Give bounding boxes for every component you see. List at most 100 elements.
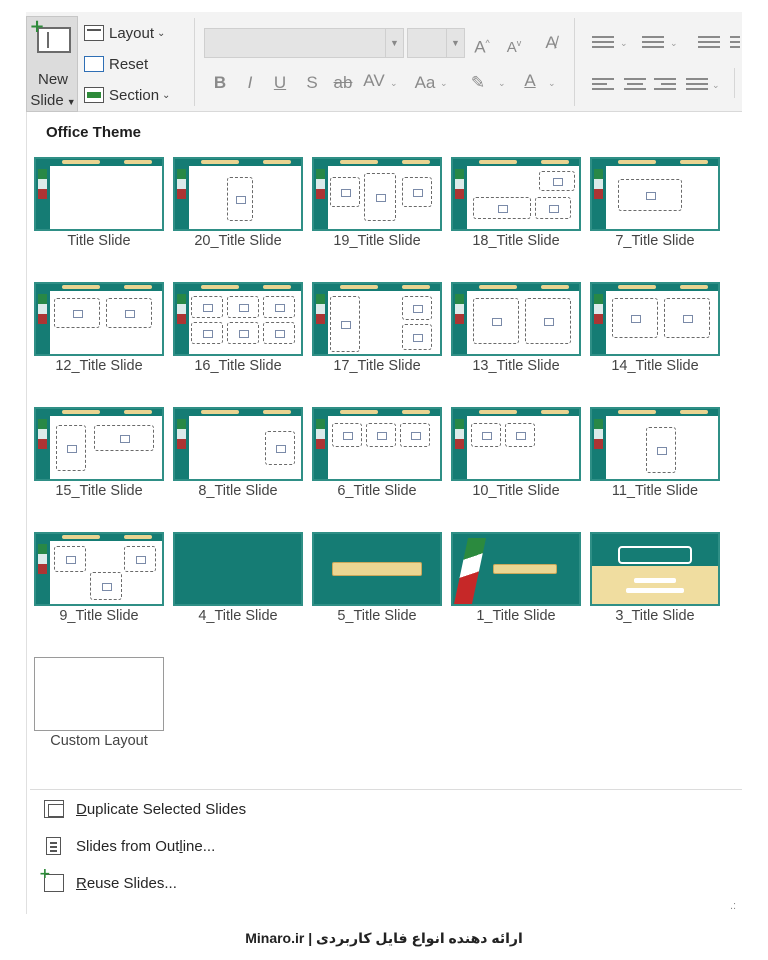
chevron-down-icon: ⌄ (162, 89, 171, 101)
layout-thumbnail[interactable]: 13_Title Slide (451, 282, 581, 382)
duplicate-selected-slides-item[interactable]: Duplicate Selected Slides (44, 796, 246, 822)
layout-button[interactable]: Layout ⌄ (84, 22, 165, 44)
new-slide-button[interactable]: + New Slide ▼ (26, 16, 78, 112)
chevron-down-icon: ⌄ (157, 27, 166, 39)
layout-preview (34, 657, 164, 731)
chevron-down-icon: ⌄ (548, 78, 556, 88)
picture-placeholder (612, 298, 658, 338)
italic-icon[interactable]: I (242, 72, 258, 94)
layout-preview (312, 157, 442, 231)
strikethrough-icon[interactable]: ab (332, 72, 354, 94)
section-button[interactable]: Section ⌄ (84, 84, 170, 106)
layout-preview (34, 157, 164, 231)
reset-button[interactable]: Reset (84, 53, 148, 75)
increase-indent-icon[interactable] (730, 36, 740, 52)
picture-placeholder (539, 171, 575, 191)
reset-label: Reset (109, 55, 149, 73)
layout-thumbnail[interactable]: 1_Title Slide (451, 532, 581, 632)
layout-thumbnail[interactable]: 3_Title Slide (590, 532, 720, 632)
justify-icon[interactable] (686, 78, 708, 94)
picture-placeholder (54, 298, 100, 328)
picture-placeholder (124, 546, 156, 572)
bullets-icon[interactable] (592, 36, 614, 52)
layout-thumbnail[interactable]: Title Slide (34, 157, 164, 257)
clear-formatting-icon[interactable]: A̸ (540, 32, 562, 54)
picture-placeholder (263, 296, 295, 318)
layout-preview (173, 282, 303, 356)
picture-placeholder (332, 423, 362, 447)
ribbon-separator (194, 18, 195, 106)
outline-label: Slides from Outline... (76, 837, 216, 855)
change-case-icon[interactable]: Aa (412, 72, 438, 94)
layout-label: 3_Title Slide (615, 608, 695, 624)
section-icon (84, 87, 104, 103)
text-shadow-icon[interactable]: S (304, 72, 320, 94)
layout-thumbnail[interactable]: Custom Layout (34, 657, 164, 757)
picture-placeholder (664, 298, 710, 338)
decrease-indent-icon[interactable] (698, 36, 720, 52)
chevron-down-icon: ▼ (446, 29, 464, 57)
align-center-icon[interactable] (624, 78, 646, 94)
layout-label: 14_Title Slide (611, 358, 699, 374)
layout-thumbnail[interactable]: 4_Title Slide (173, 532, 303, 632)
duplicate-slides-icon (44, 800, 64, 818)
reuse-slides-item[interactable]: Reuse Slides... (39, 866, 177, 896)
layout-thumbnail[interactable]: 18_Title Slide (451, 157, 581, 257)
align-right-icon[interactable] (654, 78, 676, 94)
picture-placeholder (402, 296, 432, 320)
layout-label: 4_Title Slide (198, 608, 278, 624)
reuse-label: Reuse Slides... (76, 874, 177, 892)
layout-thumbnail[interactable]: 11_Title Slide (590, 407, 720, 507)
layout-label: 11_Title Slide (611, 483, 699, 499)
picture-placeholder (191, 296, 223, 318)
layout-thumbnail[interactable]: 12_Title Slide (34, 282, 164, 382)
picture-placeholder (330, 177, 360, 207)
layout-thumbnail[interactable]: 7_Title Slide (590, 157, 720, 257)
layout-thumbnail[interactable]: 20_Title Slide (173, 157, 303, 257)
resize-grip-icon[interactable]: .: (730, 900, 736, 912)
layout-preview (451, 157, 581, 231)
layout-thumbnail[interactable]: 14_Title Slide (590, 282, 720, 382)
align-left-icon[interactable] (592, 78, 614, 94)
font-size-dropdown[interactable]: ▼ (407, 28, 465, 58)
picture-placeholder (525, 298, 571, 344)
layout-thumbnail[interactable]: 15_Title Slide (34, 407, 164, 507)
picture-placeholder (535, 197, 571, 219)
layout-preview (312, 282, 442, 356)
layout-preview (312, 407, 442, 481)
reset-icon (84, 56, 104, 72)
layout-preview (590, 282, 720, 356)
new-slide-label-2: Slide ▼ (30, 92, 76, 109)
layout-label: 7_Title Slide (615, 233, 695, 249)
watermark-text: Minaro.ir | ارائه دهنده انواع فایل کاربر… (245, 930, 523, 946)
layout-thumbnail[interactable]: 5_Title Slide (312, 532, 442, 632)
layout-thumbnail[interactable]: 17_Title Slide (312, 282, 442, 382)
layout-label: 9_Title Slide (59, 608, 139, 624)
character-spacing-icon[interactable]: AV (362, 70, 386, 92)
layout-thumbnail[interactable]: 6_Title Slide (312, 407, 442, 507)
layout-label: 8_Title Slide (198, 483, 278, 499)
bold-icon[interactable]: B (212, 72, 228, 94)
picture-placeholder (618, 179, 682, 211)
layout-preview (451, 282, 581, 356)
highlight-icon[interactable]: ✎ (468, 72, 488, 94)
picture-placeholder (56, 425, 86, 471)
picture-placeholder (227, 296, 259, 318)
font-color-icon[interactable]: A (520, 70, 540, 92)
underline-icon[interactable]: U (272, 72, 288, 94)
decrease-font-size-icon[interactable]: Av (504, 32, 524, 59)
outline-document-icon (46, 837, 61, 855)
layout-thumbnail[interactable]: 8_Title Slide (173, 407, 303, 507)
picture-placeholder (473, 197, 531, 219)
ribbon: + New Slide ▼ Layout ⌄ Reset Section ⌄ ▼ … (26, 12, 742, 112)
picture-placeholder (191, 322, 223, 344)
layout-thumbnail[interactable]: 9_Title Slide (34, 532, 164, 632)
picture-placeholder (400, 423, 430, 447)
layout-thumbnail[interactable]: 16_Title Slide (173, 282, 303, 382)
layout-thumbnail[interactable]: 10_Title Slide (451, 407, 581, 507)
increase-font-size-icon[interactable]: A^ (472, 32, 492, 59)
font-name-dropdown[interactable]: ▼ (204, 28, 404, 58)
numbering-icon[interactable] (642, 36, 664, 52)
slides-from-outline-item[interactable]: Slides from Outline... (44, 833, 215, 859)
layout-thumbnail[interactable]: 19_Title Slide (312, 157, 442, 257)
